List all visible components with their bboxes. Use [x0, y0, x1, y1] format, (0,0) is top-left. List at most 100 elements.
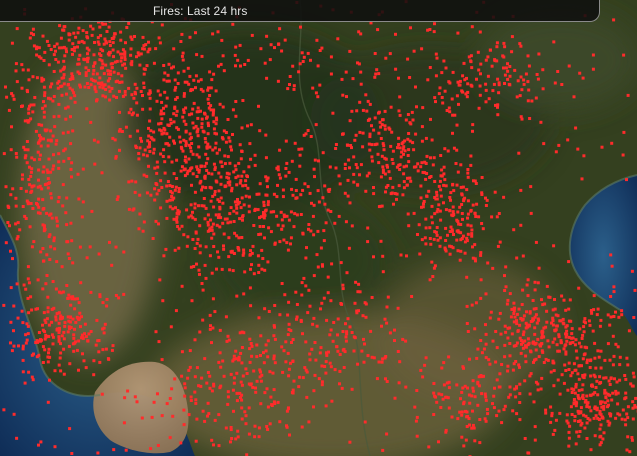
fire-point [59, 69, 63, 73]
fire-point [448, 196, 452, 199]
fire-point [322, 229, 326, 233]
fire-point [71, 342, 75, 346]
fire-point [606, 392, 610, 396]
fire-point [348, 325, 352, 329]
fire-point [21, 173, 24, 177]
fire-point [87, 48, 91, 52]
fire-point [391, 161, 395, 165]
fire-point [520, 303, 524, 306]
fire-point [37, 353, 41, 357]
fire-point [618, 355, 622, 359]
fire-point [275, 214, 279, 218]
fire-point [533, 358, 536, 362]
fire-point [123, 396, 127, 400]
fire-point [536, 77, 540, 81]
fire-point [69, 221, 73, 225]
layer-title-bar[interactable]: Fires: Last 24 hrs [0, 0, 600, 22]
fire-point [103, 37, 107, 41]
fire-point [385, 380, 389, 383]
fire-point [198, 224, 202, 228]
fire-point [188, 349, 192, 353]
fire-point [48, 181, 51, 185]
fire-point [175, 96, 179, 100]
fire-point [48, 213, 52, 217]
fire-point [71, 129, 75, 133]
fire-point [484, 82, 488, 86]
fire-point [141, 47, 145, 51]
fire-point [553, 329, 557, 333]
satellite-map[interactable] [0, 0, 637, 456]
fire-point [196, 106, 200, 110]
fire-point [479, 339, 483, 342]
fire-point [26, 296, 30, 300]
fire-point [450, 228, 454, 232]
fire-point [21, 205, 25, 208]
fire-point [176, 82, 180, 85]
fire-point [466, 232, 470, 236]
fire-point [278, 313, 282, 317]
fire-point [67, 319, 71, 323]
fire-point [300, 147, 304, 151]
fire-point [62, 73, 66, 77]
fire-point [264, 156, 268, 160]
fire-point [532, 307, 536, 311]
fire-point [451, 131, 454, 135]
fire-point [577, 377, 581, 381]
fire-point [358, 100, 362, 104]
fire-point [87, 69, 91, 72]
fire-point [524, 354, 528, 358]
fire-point [174, 309, 178, 313]
fire-point [471, 423, 475, 427]
fire-point [518, 392, 522, 396]
fire-point [200, 376, 204, 380]
fire-point [616, 345, 620, 349]
fire-point [51, 280, 55, 283]
fire-point [387, 126, 391, 130]
fire-point [89, 330, 93, 333]
fire-point [241, 374, 245, 378]
fire-point [263, 391, 267, 395]
fire-point [311, 214, 315, 218]
fire-point [539, 387, 543, 391]
fire-point [518, 94, 522, 98]
fire-point [441, 101, 445, 105]
fire-point [51, 134, 55, 138]
fire-point [232, 354, 236, 358]
fire-point [529, 211, 533, 215]
fire-point [230, 249, 234, 253]
fire-point [458, 205, 462, 209]
fire-point [226, 395, 230, 399]
fire-point [104, 22, 108, 26]
fire-point [217, 64, 220, 68]
fire-point [333, 221, 337, 225]
fire-point [359, 163, 363, 167]
fire-point [253, 153, 257, 157]
fire-point [534, 96, 538, 100]
fire-point [111, 41, 115, 45]
fire-point [50, 307, 54, 311]
fire-point [567, 444, 571, 448]
fire-point [466, 212, 470, 216]
fire-point [496, 105, 499, 109]
fire-point [241, 214, 245, 218]
fire-point [182, 119, 186, 123]
fire-point [372, 192, 376, 196]
fire-point [247, 165, 251, 169]
fire-point [338, 382, 341, 386]
fire-point [312, 405, 315, 409]
fire-point [478, 30, 482, 34]
fire-point [127, 180, 131, 184]
fire-point [9, 193, 13, 197]
fire-point [343, 167, 347, 170]
fire-point [253, 424, 257, 428]
fire-point [257, 271, 261, 274]
fire-point [52, 239, 56, 243]
fire-point [154, 182, 158, 185]
fire-point [422, 200, 426, 203]
fire-point [15, 80, 19, 84]
fire-point [198, 251, 202, 255]
fire-point [604, 395, 608, 399]
fire-point [61, 204, 65, 208]
fire-point [66, 130, 70, 134]
fire-point [312, 167, 316, 171]
